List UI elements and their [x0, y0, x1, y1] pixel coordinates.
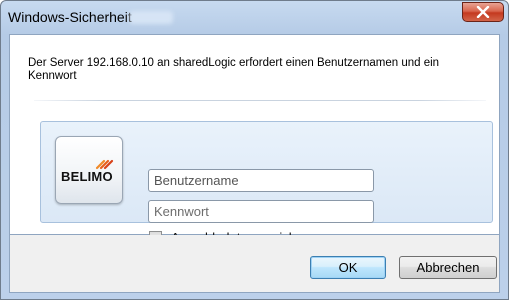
logo-text: BELIMO [61, 169, 113, 184]
password-input[interactable] [148, 200, 374, 223]
close-button[interactable] [462, 2, 504, 22]
username-input[interactable] [148, 169, 374, 192]
security-dialog-window: Windows-Sicherheit Der Server 192.168.0.… [0, 0, 509, 300]
credential-panel: BELIMO Anmeldedaten speichern [40, 121, 493, 245]
belimo-logo-icon: BELIMO [55, 136, 123, 204]
dialog-message: Der Server 192.168.0.10 an sharedLogic e… [28, 57, 440, 82]
ok-button[interactable]: OK [310, 256, 386, 279]
title-blur [129, 11, 173, 24]
cancel-button[interactable]: Abbrechen [399, 256, 497, 279]
window-title: Windows-Sicherheit [8, 9, 132, 25]
close-icon [476, 6, 490, 18]
dialog-content: Der Server 192.168.0.10 an sharedLogic e… [9, 34, 500, 245]
title-bar[interactable]: Windows-Sicherheit [1, 1, 508, 31]
dialog-footer: OK Abbrechen [9, 235, 500, 293]
divider [34, 100, 486, 101]
